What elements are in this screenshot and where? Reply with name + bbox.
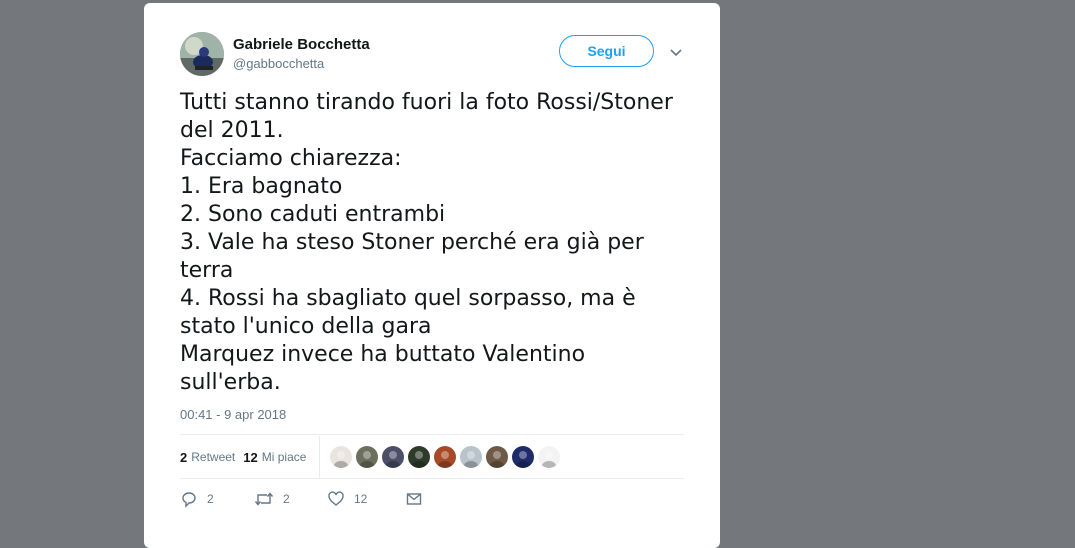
envelope-icon bbox=[405, 490, 423, 508]
divider bbox=[319, 436, 320, 478]
chevron-down-icon[interactable] bbox=[668, 44, 684, 60]
engagement-stats: 2 Retweet 12 Mi piace bbox=[180, 436, 314, 478]
tweet-text: Tutti stanno tirando fuori la foto Rossi… bbox=[180, 90, 673, 395]
reply-count: 2 bbox=[207, 492, 214, 506]
reply-icon bbox=[180, 490, 198, 508]
liker-avatar-7[interactable] bbox=[486, 446, 508, 468]
liker-avatar-1[interactable] bbox=[330, 446, 352, 468]
reply-button[interactable]: 2 bbox=[180, 490, 254, 508]
divider bbox=[180, 434, 684, 435]
like-button[interactable]: 12 bbox=[327, 490, 405, 508]
like-stat[interactable]: 12 Mi piace bbox=[243, 450, 306, 465]
liker-avatar-4[interactable] bbox=[408, 446, 430, 468]
heart-icon bbox=[327, 490, 345, 508]
like-stat-label: Mi piace bbox=[261, 450, 307, 464]
retweet-count: 2 bbox=[283, 492, 290, 506]
direct-message-button[interactable] bbox=[405, 490, 423, 508]
tweet-card: Gabriele Bocchetta @gabbocchetta Segui T… bbox=[144, 3, 720, 548]
retweet-stat-label: Retweet bbox=[191, 450, 236, 464]
liker-avatar-9[interactable] bbox=[538, 446, 560, 468]
retweet-button[interactable]: 2 bbox=[254, 490, 327, 508]
like-stat-count: 12 bbox=[243, 449, 258, 465]
retweet-stat[interactable]: 2 Retweet bbox=[180, 450, 235, 465]
liker-avatar-6[interactable] bbox=[460, 446, 482, 468]
liker-avatar-5[interactable] bbox=[434, 446, 456, 468]
retweet-icon bbox=[254, 490, 274, 508]
profile-avatar[interactable] bbox=[180, 32, 224, 76]
follow-button[interactable]: Segui bbox=[559, 35, 654, 67]
user-handle[interactable]: @gabbocchetta bbox=[233, 56, 324, 71]
liker-avatar-8[interactable] bbox=[512, 446, 534, 468]
retweet-stat-count: 2 bbox=[180, 449, 188, 465]
tweet-actions: 2 2 12 bbox=[180, 487, 423, 511]
liker-avatar-2[interactable] bbox=[356, 446, 378, 468]
liker-avatar-3[interactable] bbox=[382, 446, 404, 468]
tweet-timestamp[interactable]: 00:41 - 9 apr 2018 bbox=[180, 407, 286, 422]
like-count: 12 bbox=[354, 492, 368, 506]
divider bbox=[180, 478, 684, 479]
liker-avatars bbox=[330, 446, 564, 468]
display-name[interactable]: Gabriele Bocchetta bbox=[233, 36, 370, 53]
